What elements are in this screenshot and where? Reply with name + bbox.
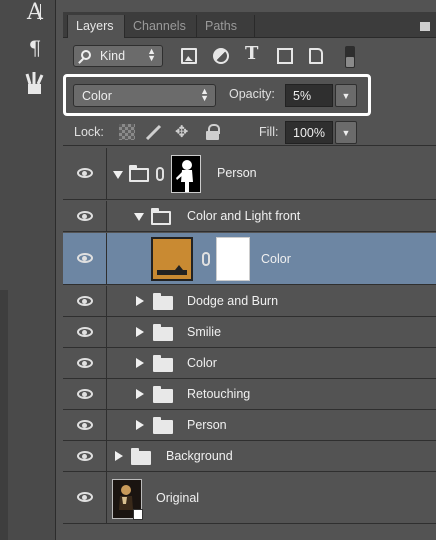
folder-icon — [153, 355, 173, 372]
paragraph-icon[interactable]: ¶ — [22, 36, 48, 62]
blend-bar: Color ▲ ▼ Opacity: 5% ▼ — [63, 74, 436, 116]
folder-icon — [131, 448, 151, 465]
visibility-eye-icon[interactable] — [77, 211, 93, 221]
folder-open-icon — [151, 208, 171, 225]
layer-row[interactable]: Person — [63, 410, 436, 441]
lock-label: Lock: — [74, 125, 104, 139]
filter-toggle-switch[interactable] — [345, 46, 355, 68]
layer-name: Smilie — [187, 325, 222, 339]
visibility-eye-icon[interactable] — [77, 492, 93, 502]
filter-bar: Kind ▲ ▼ T — [63, 42, 436, 70]
fill-label: Fill: — [259, 125, 279, 139]
fill-input[interactable]: 100% — [285, 121, 333, 144]
lock-image-pixels-icon[interactable] — [145, 124, 162, 141]
collapse-arrow-icon[interactable] — [134, 213, 144, 221]
blend-mode-value: Color — [82, 89, 112, 103]
smart-object-badge-icon — [133, 509, 143, 520]
lock-transparency-icon[interactable] — [119, 124, 135, 140]
smart-object-thumbnail[interactable] — [112, 479, 143, 520]
layer-row[interactable]: Smilie — [63, 317, 436, 348]
filter-kind-label: Kind — [100, 49, 126, 63]
filter-shape-icon[interactable] — [277, 48, 293, 64]
expand-arrow-icon[interactable] — [136, 420, 144, 430]
collapse-arrow-icon[interactable] — [113, 171, 123, 179]
visibility-eye-icon[interactable] — [77, 451, 93, 461]
folder-open-icon — [129, 165, 149, 182]
tab-channels[interactable]: Channels — [125, 15, 197, 38]
lock-all-icon[interactable] — [205, 124, 221, 140]
panel-menu-icon[interactable]: ▬ ▬ ▬ — [420, 18, 432, 34]
lock-bar: Lock: ✥ Fill: 100% ▼ — [63, 118, 436, 146]
layer-row[interactable]: Background — [63, 441, 436, 472]
fill-color-thumbnail[interactable] — [151, 237, 193, 281]
expand-arrow-icon[interactable] — [136, 389, 144, 399]
layer-name: Background — [166, 449, 233, 463]
layer-row[interactable]: Color — [63, 348, 436, 379]
layer-row[interactable]: Color and Light front — [63, 201, 436, 232]
folder-icon — [153, 417, 173, 434]
tab-paths[interactable]: Paths — [197, 15, 255, 38]
filter-type-icon[interactable]: T — [245, 43, 261, 64]
layer-mask-thumbnail[interactable] — [216, 237, 250, 281]
type-tool-icon[interactable]: A — [22, 0, 48, 26]
opacity-input[interactable]: 5% — [285, 84, 333, 107]
mask-link-icon[interactable] — [156, 167, 164, 181]
tools-gutter — [0, 290, 8, 540]
layer-name: Color — [261, 252, 291, 266]
filter-kind-select[interactable]: Kind ▲ ▼ — [73, 45, 163, 67]
layer-row[interactable]: Person — [63, 148, 436, 200]
visibility-eye-icon[interactable] — [77, 327, 93, 337]
visibility-eye-icon[interactable] — [77, 420, 93, 430]
tab-layers[interactable]: Layers — [67, 15, 125, 38]
chevron-updown-icon: ▲ ▼ — [200, 86, 209, 103]
layer-mask-thumbnail[interactable] — [171, 155, 201, 193]
panel-tabs: Layers Channels Paths ▬ ▬ ▬ — [63, 12, 436, 38]
filter-smart-object-icon[interactable] — [309, 48, 323, 64]
expand-arrow-icon[interactable] — [136, 327, 144, 337]
visibility-eye-icon[interactable] — [77, 168, 93, 178]
visibility-eye-icon[interactable] — [77, 389, 93, 399]
opacity-label: Opacity: — [229, 87, 275, 101]
layers-panel: Layers Channels Paths ▬ ▬ ▬ Kind ▲ ▼ T Colo… — [63, 12, 436, 540]
mask-link-icon[interactable] — [202, 252, 210, 266]
layer-row[interactable]: Retouching — [63, 379, 436, 410]
layer-name: Color — [187, 356, 217, 370]
layers-list: Person Color and Light front Color Dodge… — [63, 148, 436, 540]
lock-position-icon[interactable]: ✥ — [175, 122, 191, 141]
tools-panel: A ¶ — [0, 0, 56, 540]
layer-name: Dodge and Burn — [187, 294, 279, 308]
expand-arrow-icon[interactable] — [115, 451, 123, 461]
visibility-eye-icon[interactable] — [77, 253, 93, 263]
blend-mode-select[interactable]: Color ▲ ▼ — [73, 84, 216, 107]
layer-name: Retouching — [187, 387, 251, 401]
folder-icon — [153, 386, 173, 403]
brush-presets-icon[interactable] — [22, 70, 48, 96]
opacity-dropdown-button[interactable]: ▼ — [335, 84, 357, 107]
layer-name: Person — [217, 166, 257, 180]
search-icon — [81, 50, 91, 60]
folder-icon — [153, 324, 173, 341]
visibility-eye-icon[interactable] — [77, 358, 93, 368]
layer-name: Person — [187, 418, 227, 432]
filter-adjustment-icon[interactable] — [213, 48, 229, 64]
layer-row[interactable]: Original — [63, 472, 436, 524]
filter-pixel-icon[interactable] — [181, 48, 197, 64]
layer-row-selected[interactable]: Color — [63, 233, 436, 285]
expand-arrow-icon[interactable] — [136, 296, 144, 306]
layer-row[interactable]: Dodge and Burn — [63, 286, 436, 317]
chevron-updown-icon: ▲ ▼ — [147, 46, 156, 63]
fill-dropdown-button[interactable]: ▼ — [335, 121, 357, 144]
visibility-eye-icon[interactable] — [77, 296, 93, 306]
folder-icon — [153, 293, 173, 310]
layer-name: Color and Light front — [187, 209, 301, 223]
expand-arrow-icon[interactable] — [136, 358, 144, 368]
layer-name: Original — [156, 491, 200, 505]
